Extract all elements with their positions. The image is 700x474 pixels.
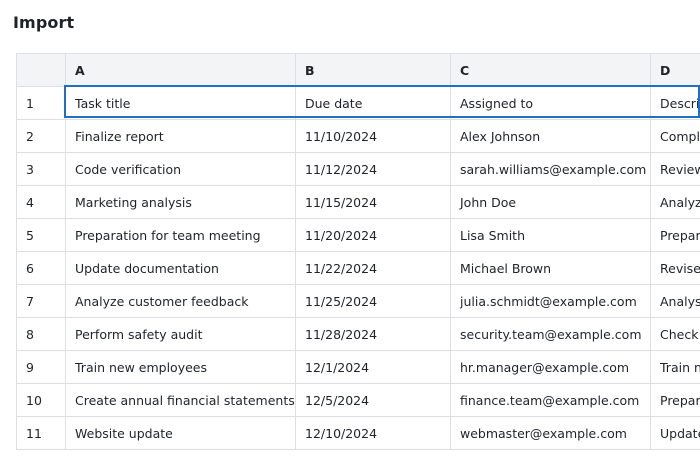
row-number[interactable]: 11 <box>16 416 66 450</box>
page-title: Import <box>13 13 75 32</box>
table-row[interactable]: 7 Analyze customer feedback 11/25/2024 j… <box>16 284 700 318</box>
table-row[interactable]: 11 Website update 12/10/2024 webmaster@e… <box>16 416 700 450</box>
cell-a3[interactable]: Code verification <box>65 152 296 186</box>
row-number[interactable]: 2 <box>16 119 66 153</box>
cell-b6[interactable]: 11/22/2024 <box>295 251 451 285</box>
cell-b10[interactable]: 12/5/2024 <box>295 383 451 417</box>
table-row[interactable]: 10 Create annual financial statements 12… <box>16 383 700 417</box>
cell-d8[interactable]: Check <box>650 317 700 351</box>
cell-a2[interactable]: Finalize report <box>65 119 296 153</box>
column-header-d[interactable]: D <box>650 53 700 87</box>
cell-c6[interactable]: Michael Brown <box>450 251 651 285</box>
table-row[interactable]: 2 Finalize report 11/10/2024 Alex Johnso… <box>16 119 700 153</box>
cell-a11[interactable]: Website update <box>65 416 296 450</box>
row-number[interactable]: 3 <box>16 152 66 186</box>
cell-a9[interactable]: Train new employees <box>65 350 296 384</box>
spreadsheet-preview[interactable]: A B C D 1 Task title Due date Assigned t… <box>16 53 700 474</box>
cell-b1[interactable]: Due date <box>295 86 451 120</box>
cell-a1[interactable]: Task title <box>65 86 296 120</box>
cell-c11[interactable]: webmaster@example.com <box>450 416 651 450</box>
cell-c3[interactable]: sarah.williams@example.com <box>450 152 651 186</box>
cell-b5[interactable]: 11/20/2024 <box>295 218 451 252</box>
cell-a10[interactable]: Create annual financial statements <box>65 383 296 417</box>
cell-b2[interactable]: 11/10/2024 <box>295 119 451 153</box>
cell-b8[interactable]: 11/28/2024 <box>295 317 451 351</box>
table-row[interactable]: 4 Marketing analysis 11/15/2024 John Doe… <box>16 185 700 219</box>
cell-c1[interactable]: Assigned to <box>450 86 651 120</box>
cell-c4[interactable]: John Doe <box>450 185 651 219</box>
column-header-c[interactable]: C <box>450 53 651 87</box>
row-number[interactable]: 4 <box>16 185 66 219</box>
row-number[interactable]: 5 <box>16 218 66 252</box>
cell-b9[interactable]: 12/1/2024 <box>295 350 451 384</box>
cell-d11[interactable]: Update <box>650 416 700 450</box>
cell-d1[interactable]: Descri <box>650 86 700 120</box>
cell-c2[interactable]: Alex Johnson <box>450 119 651 153</box>
cell-a7[interactable]: Analyze customer feedback <box>65 284 296 318</box>
column-header-a[interactable]: A <box>65 53 296 87</box>
table-row[interactable]: 5 Preparation for team meeting 11/20/202… <box>16 218 700 252</box>
cell-b3[interactable]: 11/12/2024 <box>295 152 451 186</box>
table-row[interactable]: 6 Update documentation 11/22/2024 Michae… <box>16 251 700 285</box>
corner-cell[interactable] <box>16 53 66 87</box>
cell-d3[interactable]: Review <box>650 152 700 186</box>
cell-d2[interactable]: Compl <box>650 119 700 153</box>
table-row[interactable]: 1 Task title Due date Assigned to Descri <box>16 86 700 120</box>
cell-a8[interactable]: Perform safety audit <box>65 317 296 351</box>
table-row[interactable]: 8 Perform safety audit 11/28/2024 securi… <box>16 317 700 351</box>
table-row[interactable]: 3 Code verification 11/12/2024 sarah.wil… <box>16 152 700 186</box>
table-row[interactable]: 9 Train new employees 12/1/2024 hr.manag… <box>16 350 700 384</box>
cell-b7[interactable]: 11/25/2024 <box>295 284 451 318</box>
cell-d7[interactable]: Analys <box>650 284 700 318</box>
spreadsheet-table: A B C D 1 Task title Due date Assigned t… <box>16 53 700 450</box>
column-header-row: A B C D <box>16 53 700 87</box>
import-page: Import A B C D 1 Task title Due date Ass… <box>0 0 700 474</box>
cell-c8[interactable]: security.team@example.com <box>450 317 651 351</box>
cell-d6[interactable]: Revise <box>650 251 700 285</box>
row-number[interactable]: 7 <box>16 284 66 318</box>
cell-d9[interactable]: Train n <box>650 350 700 384</box>
row-number[interactable]: 10 <box>16 383 66 417</box>
cell-a5[interactable]: Preparation for team meeting <box>65 218 296 252</box>
column-header-b[interactable]: B <box>295 53 451 87</box>
cell-b11[interactable]: 12/10/2024 <box>295 416 451 450</box>
cell-c7[interactable]: julia.schmidt@example.com <box>450 284 651 318</box>
row-number[interactable]: 1 <box>16 86 66 120</box>
cell-a6[interactable]: Update documentation <box>65 251 296 285</box>
cell-b4[interactable]: 11/15/2024 <box>295 185 451 219</box>
cell-a4[interactable]: Marketing analysis <box>65 185 296 219</box>
cell-d5[interactable]: Prepar <box>650 218 700 252</box>
cell-c5[interactable]: Lisa Smith <box>450 218 651 252</box>
row-number[interactable]: 8 <box>16 317 66 351</box>
row-number[interactable]: 6 <box>16 251 66 285</box>
row-number[interactable]: 9 <box>16 350 66 384</box>
cell-d4[interactable]: Analyz <box>650 185 700 219</box>
cell-c9[interactable]: hr.manager@example.com <box>450 350 651 384</box>
cell-d10[interactable]: Prepar <box>650 383 700 417</box>
cell-c10[interactable]: finance.team@example.com <box>450 383 651 417</box>
